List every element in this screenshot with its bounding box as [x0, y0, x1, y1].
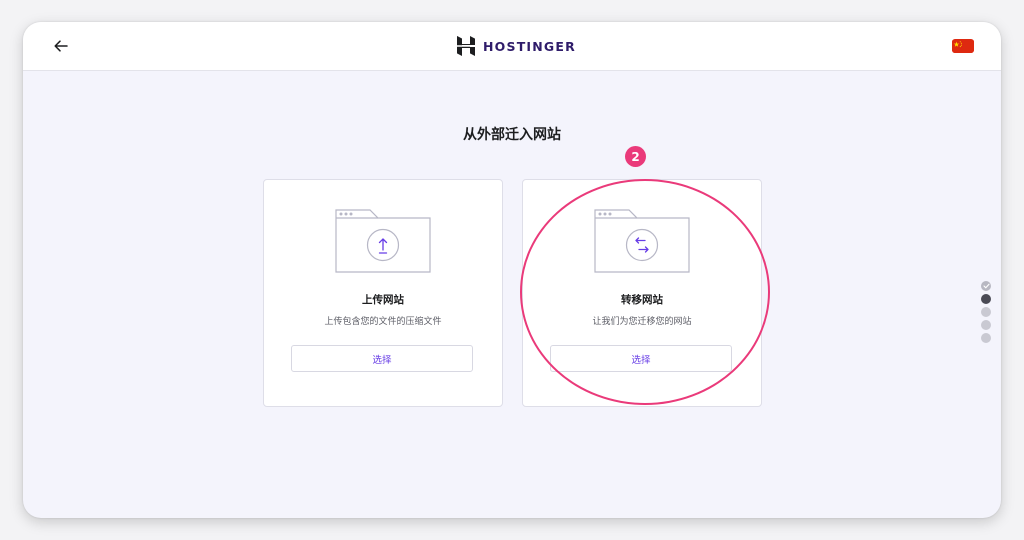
card-description: 上传包含您的文件的压缩文件: [324, 317, 442, 327]
select-upload-button[interactable]: 选择: [291, 345, 473, 372]
china-flag-icon: [952, 40, 974, 53]
language-flag-button[interactable]: [952, 39, 974, 53]
transfer-website-card[interactable]: 转移网站 让我们为您迁移您的网站 选择: [522, 179, 762, 407]
page-title: 从外部迁入网站: [463, 127, 561, 143]
select-transfer-button[interactable]: 选择: [550, 345, 732, 372]
folder-upload-icon: [335, 209, 431, 273]
hostinger-logo-icon: [457, 36, 475, 56]
upload-website-card[interactable]: 上传网站 上传包含您的文件的压缩文件 选择: [263, 179, 503, 407]
step-dot-completed[interactable]: [981, 281, 991, 291]
card-title: 上传网站: [362, 294, 404, 306]
arrow-left-icon: [54, 40, 68, 52]
step-dot-current[interactable]: [981, 294, 991, 304]
card-title: 转移网站: [621, 294, 663, 306]
brand-name: HOSTINGER: [483, 38, 576, 54]
folder-transfer-icon: [594, 209, 690, 273]
app-window: HOSTINGER 从外部迁入网站 上传网站 上传包含您的文件的压缩文件 选择 …: [23, 22, 1001, 518]
step-indicator: [981, 281, 993, 343]
step-dot[interactable]: [981, 307, 991, 317]
back-button[interactable]: [49, 34, 73, 58]
card-description: 让我们为您迁移您的网站: [592, 317, 692, 327]
step-dot[interactable]: [981, 320, 991, 330]
top-bar: HOSTINGER: [23, 22, 1001, 71]
step-dot[interactable]: [981, 333, 991, 343]
check-icon: [982, 283, 990, 289]
step-number-badge: 2: [625, 146, 646, 167]
brand-logo: HOSTINGER: [457, 35, 576, 57]
